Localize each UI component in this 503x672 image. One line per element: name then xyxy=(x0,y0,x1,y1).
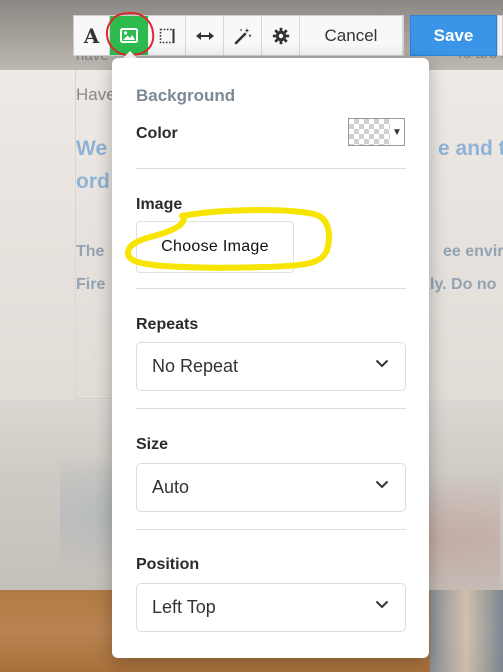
color-label: Color xyxy=(136,125,178,142)
size-value: Auto xyxy=(152,477,190,497)
page-paragraph-right: ee enviro xyxy=(443,243,503,260)
page-paragraph-left: The xyxy=(76,243,105,260)
repeats-value: No Repeat xyxy=(152,356,239,376)
page-paragraph-line2-left: Fire xyxy=(76,276,106,293)
border-button[interactable] xyxy=(148,16,186,55)
position-select[interactable]: Left Top xyxy=(136,583,406,632)
chevron-down-icon xyxy=(375,480,389,489)
choose-image-button[interactable]: Choose Image xyxy=(136,221,294,273)
image-icon xyxy=(119,28,138,43)
effects-button[interactable] xyxy=(224,16,262,55)
size-label: Size xyxy=(136,436,169,453)
section-divider xyxy=(136,168,406,169)
page-heading-line2: ord xyxy=(76,170,110,193)
section-divider xyxy=(136,529,406,530)
magic-wand-icon xyxy=(234,27,252,44)
page-paragraph-line2-right: ly. Do no xyxy=(430,276,497,293)
horizontal-arrows-icon xyxy=(195,31,214,40)
repeats-label: Repeats xyxy=(136,316,199,333)
section-divider xyxy=(136,408,406,409)
size-select[interactable]: Auto xyxy=(136,463,406,512)
page-heading-right: e and ta xyxy=(438,137,503,160)
width-button[interactable] xyxy=(186,16,224,55)
save-button[interactable]: Save xyxy=(410,15,497,56)
background-image-button[interactable] xyxy=(110,16,148,55)
image-label: Image xyxy=(136,196,183,213)
settings-button[interactable] xyxy=(262,16,300,55)
repeats-select[interactable]: No Repeat xyxy=(136,342,406,391)
popover-title: Background xyxy=(136,86,236,105)
color-picker[interactable]: ▼ xyxy=(348,118,405,146)
chevron-down-icon xyxy=(375,600,389,609)
page-card-edge xyxy=(75,70,76,400)
dotted-border-icon xyxy=(159,28,174,43)
background-settings-popover: Background Color ▼ Image Choose Image Re… xyxy=(112,58,429,658)
page-heading-left: We xyxy=(76,137,108,160)
section-divider xyxy=(136,288,406,289)
transparent-swatch xyxy=(349,119,390,145)
text-a-icon: A xyxy=(83,23,100,48)
chevron-down-icon xyxy=(375,359,389,368)
toolbar-overflow-edge[interactable] xyxy=(497,15,503,56)
cancel-button[interactable]: Cancel xyxy=(300,16,403,55)
position-label: Position xyxy=(136,556,200,573)
page-text-have: Have xyxy=(76,85,116,104)
editor-toolbar: A Cancel xyxy=(73,15,404,56)
position-value: Left Top xyxy=(152,597,216,617)
text-format-button[interactable]: A xyxy=(74,16,110,55)
gear-icon xyxy=(272,27,289,44)
caret-down-icon: ▼ xyxy=(392,126,402,138)
